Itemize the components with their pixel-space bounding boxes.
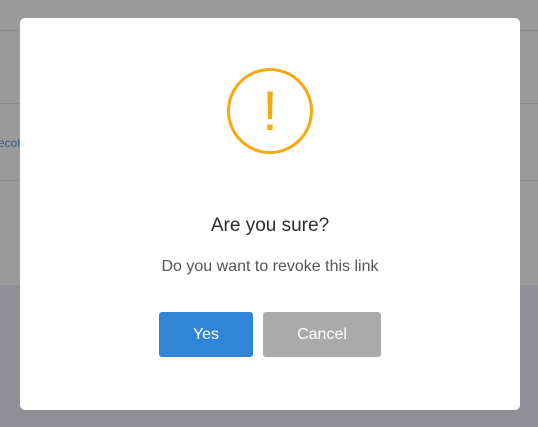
background-link: ecol	[0, 136, 21, 150]
cancel-button[interactable]: Cancel	[263, 312, 381, 357]
confirm-yes-button[interactable]: Yes	[159, 312, 253, 357]
screen: ecol ! Are you sure? Do you want to revo…	[0, 0, 538, 427]
dialog-title: Are you sure?	[210, 215, 330, 236]
dialog-text: Do you want to revoke this link	[161, 258, 379, 275]
warning-exclamation-glyph: !	[262, 79, 278, 142]
confirm-dialog: ! Are you sure? Do you want to revoke th…	[20, 18, 520, 410]
warning-exclamation-icon: !	[227, 68, 313, 154]
